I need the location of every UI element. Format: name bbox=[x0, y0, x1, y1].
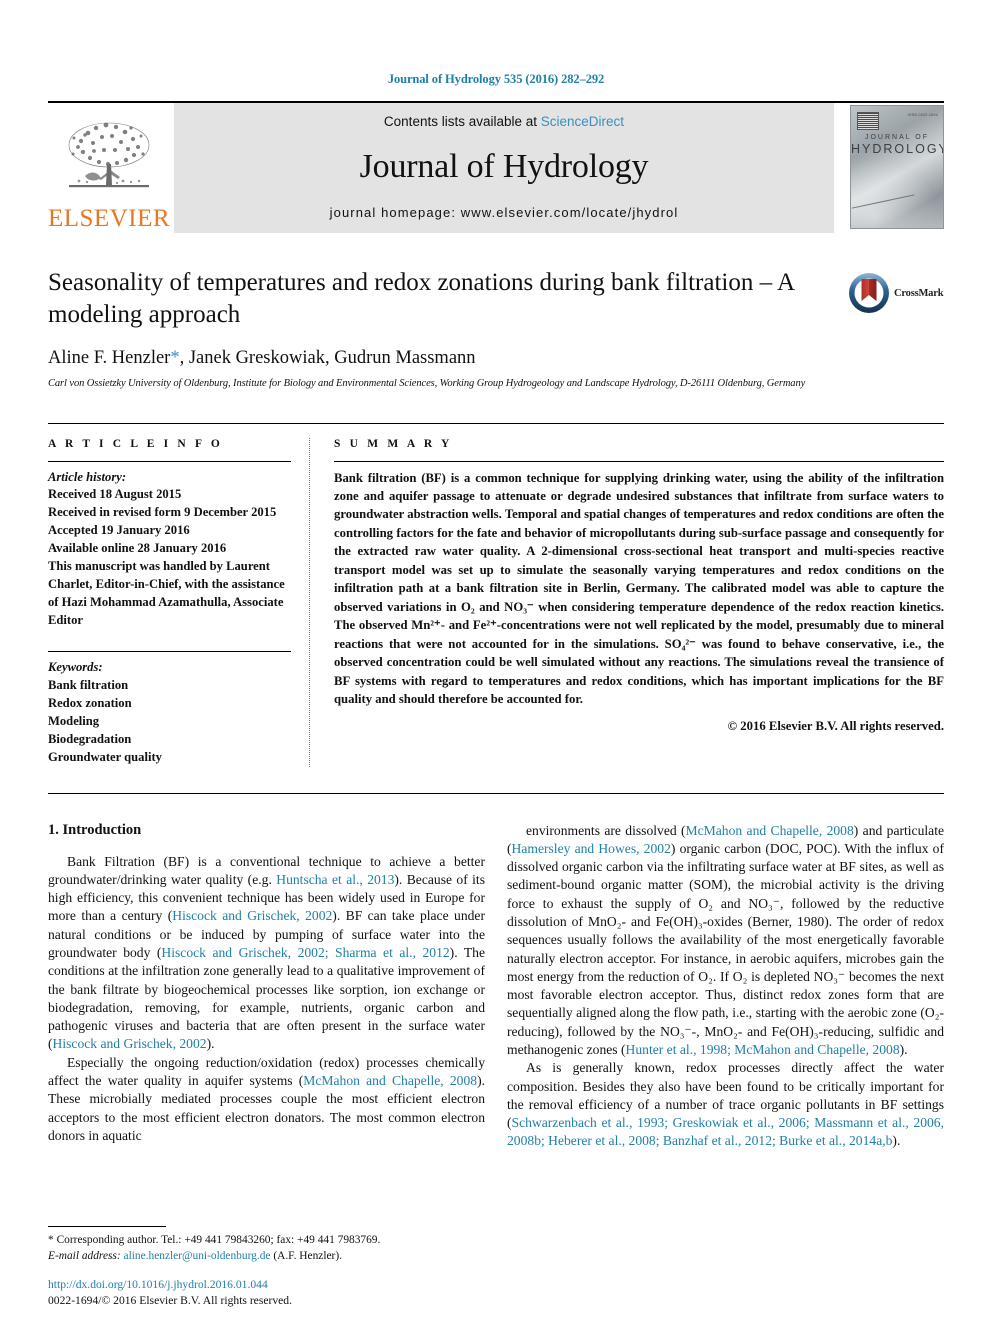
keyword-item: Redox zonation bbox=[48, 696, 132, 711]
history-item: Charlet, Editor-in-Chief, with the assis… bbox=[48, 576, 285, 591]
contents-list-line: Contents lists available at ScienceDirec… bbox=[384, 114, 624, 129]
affiliation: Carl von Ossietzky University of Oldenbu… bbox=[48, 377, 806, 389]
body-column-left: 1. Introduction Bank Filtration (BF) is … bbox=[48, 822, 485, 1151]
keyword-item: Groundwater quality bbox=[48, 749, 162, 764]
author-list: Aline F. Henzler*, Janek Greskowiak, Gud… bbox=[48, 348, 944, 369]
history-item: of Hazi Mohammad Azamathulla, Associate bbox=[48, 594, 284, 609]
section-heading-introduction: 1. Introduction bbox=[48, 821, 142, 838]
keywords-divider bbox=[48, 651, 291, 653]
email-address-label: E-mail address: bbox=[48, 1250, 121, 1263]
page-title: Seasonality of temperatures and redox zo… bbox=[48, 269, 794, 328]
crossmark-icon bbox=[849, 273, 889, 313]
citation-reference[interactable]: Schwarzenbach et al., 1993; Greskowiak e… bbox=[507, 1115, 944, 1148]
article-history-block: Article history: Received 18 August 2015… bbox=[48, 469, 291, 630]
contents-prefix: Contents lists available at bbox=[383, 114, 538, 129]
citation-reference[interactable]: Hiscock and Grischek, 2002; Sharma et al… bbox=[161, 945, 449, 960]
cover-issn-text: ISSN 0022-1694 bbox=[907, 113, 938, 117]
footnote-marker: * bbox=[48, 1233, 54, 1246]
abstract-text: Bank filtration (BF) is a common techniq… bbox=[334, 470, 944, 707]
keyword-item: Modeling bbox=[48, 714, 100, 728]
keyword-item: Bank filtration bbox=[48, 678, 129, 693]
keywords-label: Keywords: bbox=[48, 660, 103, 675]
keywords-block: Keywords: Bank filtration Redox zonation… bbox=[48, 651, 291, 766]
article-info-divider bbox=[48, 460, 291, 462]
journal-banner: Contents lists available at ScienceDirec… bbox=[174, 103, 834, 233]
body-column-right: environments are dissolved (McMahon and … bbox=[507, 822, 944, 1151]
citation-reference[interactable]: Hiscock and Grischek, 2002 bbox=[53, 1036, 207, 1051]
doi-block: http://dx.doi.org/10.1016/j.jhydrol.2016… bbox=[48, 1277, 548, 1309]
citation-reference[interactable]: McMahon and Chapelle, 2008 bbox=[303, 1073, 477, 1088]
footnote-text: Corresponding author. Tel.: +49 441 7984… bbox=[56, 1233, 381, 1246]
elsevier-tree-icon bbox=[68, 122, 150, 188]
history-item: Accepted 19 January 2016 bbox=[48, 523, 190, 538]
footnote-divider bbox=[48, 1225, 166, 1227]
journal-homepage-link[interactable]: journal homepage: www.elsevier.com/locat… bbox=[330, 205, 679, 220]
citation-reference[interactable]: McMahon and Chapelle, 2008 bbox=[686, 823, 854, 838]
copyright-line: © 2016 Elsevier B.V. All rights reserved… bbox=[727, 718, 944, 733]
cover-gradient-overlay bbox=[851, 148, 943, 228]
keyword-item: Biodegradation bbox=[48, 731, 132, 746]
history-item: Available online 28 January 2016 bbox=[48, 541, 227, 555]
elsevier-wordmark: ELSEVIER bbox=[47, 205, 171, 232]
journal-article-page: Journal of Hydrology 535 (2016) 282–292 bbox=[0, 0, 992, 1323]
article-history-label: Article history: bbox=[48, 469, 127, 484]
doi-link[interactable]: http://dx.doi.org/10.1016/j.jhydrol.2016… bbox=[48, 1277, 548, 1293]
history-item: Editor bbox=[48, 612, 83, 627]
citation-reference[interactable]: Hamersley and Howes, 2002 bbox=[512, 841, 671, 856]
history-item: This manuscript was handled by Laurent bbox=[48, 558, 270, 573]
journal-masthead: ELSEVIER Contents lists available at Sci… bbox=[48, 101, 944, 233]
summary-heading: S U M M A R Y bbox=[334, 437, 453, 450]
corresponding-author-marker[interactable]: * bbox=[170, 348, 179, 368]
article-body: 1. Introduction Bank Filtration (BF) is … bbox=[48, 822, 944, 1151]
info-summary-region: A R T I C L E I N F O Article history: R… bbox=[48, 422, 944, 767]
history-item: Received 18 August 2015 bbox=[48, 487, 182, 502]
footnote-block: * Corresponding author. Tel.: +49 441 79… bbox=[48, 1225, 485, 1265]
corresponding-author-note: * Corresponding author. Tel.: +49 441 79… bbox=[48, 1232, 485, 1265]
cover-elsevier-mark-icon bbox=[857, 112, 879, 130]
sciencedirect-link[interactable]: ScienceDirect bbox=[541, 114, 624, 129]
article-info-heading: A R T I C L E I N F O bbox=[48, 437, 223, 450]
article-title-block: Seasonality of temperatures and redox zo… bbox=[48, 267, 944, 389]
article-info-column: A R T I C L E I N F O Article history: R… bbox=[48, 437, 310, 767]
citation-reference[interactable]: Huntscha et al., 2013 bbox=[276, 872, 394, 887]
paragraph: As is generally known, redox processes d… bbox=[507, 1060, 944, 1149]
history-item: Received in revised form 9 December 2015 bbox=[48, 505, 277, 520]
summary-column: S U M M A R Y Bank filtration (BF) is a … bbox=[310, 438, 944, 767]
paragraph: environments are dissolved (McMahon and … bbox=[507, 822, 945, 1057]
crossmark-badge[interactable]: CrossMark bbox=[848, 267, 944, 319]
journal-title: Journal of Hydrology bbox=[359, 148, 649, 185]
cover-title-line2: HYDROLOGY bbox=[851, 142, 944, 156]
paragraph: Bank Filtration (BF) is a conventional t… bbox=[48, 853, 485, 1052]
journal-cover-image: ISSN 0022-1694 JOURNAL OF HYDROLOGY bbox=[850, 105, 944, 229]
email-address-link[interactable]: aline.henzler@uni-oldenburg.de bbox=[124, 1250, 271, 1262]
cover-title-line1: JOURNAL OF bbox=[864, 134, 930, 141]
author-corresponding: Aline F. Henzler bbox=[48, 347, 171, 368]
author-rest: , Janek Greskowiak, Gudrun Massmann bbox=[179, 347, 476, 368]
elsevier-logo: ELSEVIER bbox=[48, 103, 170, 233]
running-head: Journal of Hydrology 535 (2016) 282–292 bbox=[387, 72, 605, 86]
body-top-divider bbox=[48, 792, 944, 794]
citation-reference[interactable]: Hiscock and Grischek, 2002 bbox=[172, 908, 332, 923]
paragraph: Especially the ongoing reduction/oxidati… bbox=[48, 1054, 485, 1143]
citation-reference[interactable]: Hunter et al., 1998; McMahon and Chapell… bbox=[626, 1042, 900, 1057]
email-author-suffix: (A.F. Henzler). bbox=[273, 1250, 342, 1263]
issn-copyright-line: 0022-1694/© 2016 Elsevier B.V. All right… bbox=[48, 1293, 292, 1307]
journal-cover-thumbnail[interactable]: ISSN 0022-1694 JOURNAL OF HYDROLOGY bbox=[844, 103, 944, 233]
keywords-list: Keywords: Bank filtration Redox zonation… bbox=[48, 659, 291, 766]
summary-divider bbox=[334, 460, 944, 462]
crossmark-label: CrossMark bbox=[894, 287, 944, 299]
